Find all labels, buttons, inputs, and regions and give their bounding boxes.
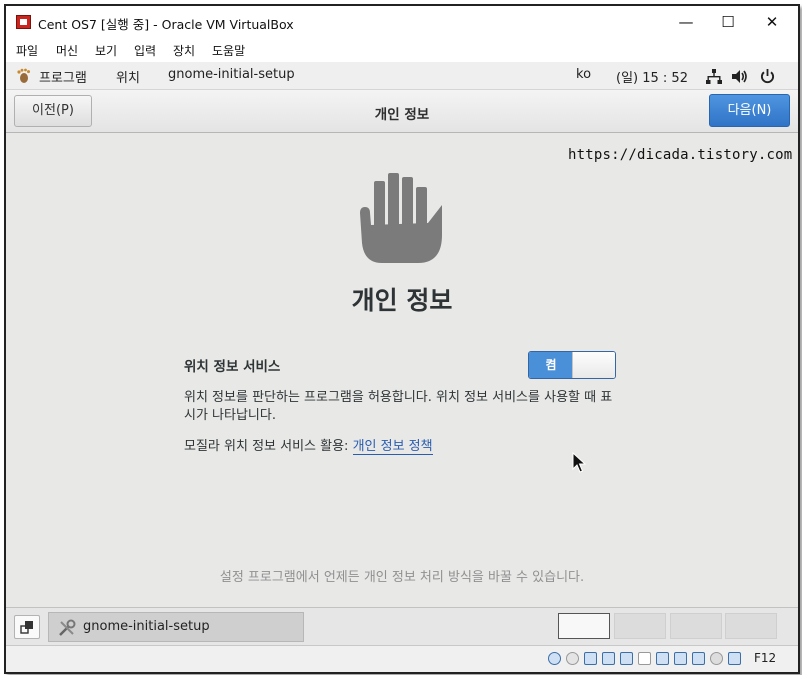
switch-knob[interactable] (572, 352, 615, 378)
optical-drive-icon[interactable] (548, 652, 561, 665)
menu-input[interactable]: 입력 (134, 42, 156, 59)
minimize-button[interactable]: — (664, 6, 708, 38)
policy-line: 모질라 위치 정보 서비스 활용: 개인 정보 정책 (184, 435, 433, 455)
active-app-menu[interactable]: gnome-initial-setup (168, 67, 295, 82)
page-title: 개인 정보 (374, 107, 430, 123)
watermark-url: https://dicada.tistory.com (568, 147, 793, 163)
gnome-taskbar: gnome-initial-setup (6, 607, 798, 645)
maximize-button[interactable]: ☐ (706, 6, 750, 38)
guest-additions-icon[interactable] (674, 652, 687, 665)
privacy-policy-link[interactable]: 개인 정보 정책 (352, 439, 433, 455)
places-menu[interactable]: 위치 (116, 67, 140, 86)
usb-icon[interactable] (602, 652, 615, 665)
taskbar-window-entry[interactable]: gnome-initial-setup (48, 612, 304, 642)
close-button[interactable]: ✕ (750, 6, 794, 38)
mouse-cursor-icon (572, 452, 586, 473)
workspace-4[interactable] (725, 613, 777, 639)
location-services-label: 위치 정보 서비스 (184, 359, 281, 375)
menu-help[interactable]: 도움말 (212, 42, 245, 59)
gnome-foot-icon (17, 68, 30, 83)
location-services-description: 위치 정보를 판단하는 프로그램을 허용합니다. 위치 정보 서비스를 사용할 … (184, 390, 613, 423)
network-icon[interactable] (706, 69, 722, 84)
menu-devices[interactable]: 장치 (173, 42, 195, 59)
display-icon[interactable] (638, 652, 651, 665)
window-title: Cent OS7 [실행 중] - Oracle VM VirtualBox (38, 17, 294, 32)
applications-menu[interactable]: 프로그램 (39, 67, 87, 86)
volume-icon[interactable] (732, 69, 748, 84)
setup-header-bar: 이전(P) 개인 정보 다음(N) (6, 90, 798, 133)
clock[interactable]: (일) 15 : 52 (616, 67, 688, 86)
taskbar-window-label: gnome-initial-setup (83, 619, 210, 634)
menu-machine[interactable]: 머신 (56, 42, 78, 59)
virtualbox-status-bar: F12 (6, 645, 798, 672)
show-desktop-icon (20, 621, 33, 634)
policy-prefix: 모질라 위치 정보 서비스 활용: (184, 439, 353, 454)
footer-note: 설정 프로그램에서 언제든 개인 정보 처리 방식을 바꿀 수 있습니다. (219, 570, 585, 585)
setup-tool-icon (59, 619, 76, 636)
cpu-icon[interactable] (692, 652, 705, 665)
gnome-top-bar: 프로그램 위치 gnome-initial-setup ko (일) 15 : … (6, 62, 798, 90)
window-titlebar[interactable]: Cent OS7 [실행 중] - Oracle VM VirtualBox —… (6, 6, 798, 38)
audio-disk-icon[interactable] (566, 652, 579, 665)
location-services-switch[interactable]: 켬 (528, 351, 616, 379)
input-method-indicator[interactable]: ko (576, 67, 591, 82)
next-button[interactable]: 다음(N) (709, 94, 790, 127)
virtualbox-window: Cent OS7 [실행 중] - Oracle VM VirtualBox —… (4, 4, 800, 674)
mouse-integration-icon[interactable] (710, 652, 723, 665)
workspace-3[interactable] (670, 613, 722, 639)
network-adapter-icon[interactable] (584, 652, 597, 665)
menu-file[interactable]: 파일 (16, 42, 38, 59)
privacy-page: https://dicada.tistory.com 개인 정보 위치 정보 서… (6, 133, 798, 607)
switch-on-label: 켬 (529, 352, 573, 378)
host-key-label: F12 (754, 651, 777, 665)
menubar: 파일 머신 보기 입력 장치 도움말 (6, 38, 798, 62)
video-capture-icon[interactable] (656, 652, 669, 665)
hand-icon (360, 173, 442, 263)
virtualbox-icon (16, 15, 31, 29)
workspace-2[interactable] (614, 613, 666, 639)
show-desktop-button[interactable] (14, 615, 40, 639)
power-icon[interactable] (760, 68, 775, 84)
keyboard-capture-icon[interactable] (728, 652, 741, 665)
shared-folder-icon[interactable] (620, 652, 633, 665)
menu-view[interactable]: 보기 (95, 42, 117, 59)
page-heading: 개인 정보 (351, 286, 453, 315)
workspace-1[interactable] (558, 613, 610, 639)
